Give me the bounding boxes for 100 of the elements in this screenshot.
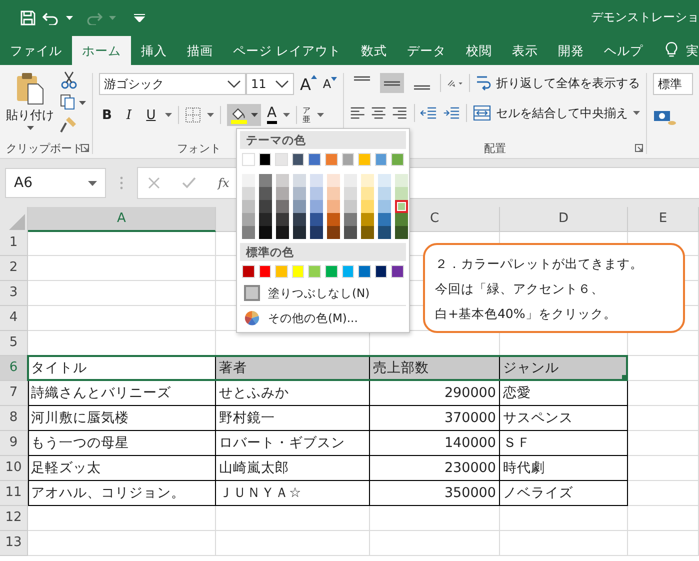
color-swatch[interactable] — [242, 265, 255, 278]
row-header[interactable]: 11 — [0, 481, 28, 506]
color-swatch[interactable] — [344, 200, 357, 213]
color-swatch[interactable] — [395, 187, 408, 200]
color-swatch[interactable] — [310, 226, 323, 239]
color-swatch[interactable] — [242, 200, 255, 213]
row-header[interactable]: 9 — [0, 431, 28, 456]
align-center-icon[interactable] — [371, 106, 386, 120]
color-swatch[interactable] — [344, 174, 357, 187]
ribbon-tab[interactable]: 数式 — [350, 36, 397, 65]
color-swatch[interactable] — [378, 226, 391, 239]
font-name-field[interactable]: 游ゴシック — [98, 73, 246, 95]
color-swatch[interactable] — [378, 213, 391, 226]
color-swatch[interactable] — [395, 213, 408, 226]
caret-icon[interactable] — [26, 126, 34, 130]
color-swatch[interactable] — [324, 265, 338, 278]
ribbon-tab[interactable]: ファイル — [0, 36, 72, 65]
font-color-button[interactable]: A — [266, 106, 277, 124]
lightbulb-icon[interactable] — [664, 41, 678, 59]
color-swatch[interactable] — [276, 200, 289, 213]
color-swatch[interactable] — [259, 226, 272, 239]
fill-handle[interactable] — [622, 375, 627, 380]
color-swatch[interactable] — [374, 265, 388, 278]
chevron-down-icon[interactable] — [226, 80, 241, 88]
row-header[interactable]: 13 — [0, 531, 28, 556]
undo-icon[interactable] — [42, 10, 60, 24]
no-fill-menu-item[interactable]: 塗りつぶしなし(N) — [240, 282, 406, 304]
insert-function-button[interactable]: fx — [218, 176, 230, 190]
color-swatch[interactable] — [242, 213, 255, 226]
more-colors-menu-item[interactable]: その他の色(M)... — [240, 307, 406, 329]
color-swatch[interactable] — [259, 213, 272, 226]
ribbon-tab[interactable]: ページ レイアウト — [223, 36, 351, 65]
wrap-text-button[interactable]: 折り返して全体を表示する — [475, 74, 640, 92]
color-swatch[interactable] — [327, 200, 340, 213]
vertical-align-button[interactable] — [380, 73, 404, 93]
increase-indent-icon[interactable] — [443, 106, 460, 120]
color-swatch[interactable] — [361, 226, 374, 239]
row-header[interactable]: 8 — [0, 406, 28, 431]
row-header[interactable]: 5 — [0, 331, 28, 356]
color-swatch[interactable] — [310, 200, 323, 213]
format-painter-icon[interactable] — [60, 115, 78, 133]
copy-icon[interactable] — [60, 94, 86, 110]
decrease-indent-icon[interactable] — [420, 106, 438, 120]
dialog-launcher-icon[interactable] — [635, 144, 644, 152]
fill-color-button[interactable] — [226, 104, 261, 126]
font-size-field[interactable]: 11 — [246, 73, 294, 95]
redo-icon[interactable] — [85, 10, 103, 24]
color-swatch[interactable] — [242, 174, 255, 187]
color-swatch[interactable] — [391, 265, 404, 278]
dialog-launcher-icon[interactable] — [81, 144, 90, 152]
caret-icon[interactable] — [66, 16, 73, 20]
cancel-icon[interactable] — [148, 177, 160, 189]
color-swatch[interactable] — [310, 174, 323, 187]
row-header[interactable]: 4 — [0, 306, 28, 331]
color-swatch[interactable] — [378, 187, 391, 200]
color-swatch[interactable] — [293, 226, 306, 239]
tell-me-label[interactable]: 実 — [686, 36, 699, 65]
color-swatch[interactable] — [259, 187, 272, 200]
color-swatch[interactable] — [292, 153, 304, 166]
row-header[interactable]: 7 — [0, 381, 28, 406]
color-swatch[interactable] — [358, 153, 371, 166]
color-swatch[interactable] — [378, 174, 391, 187]
color-swatch[interactable] — [293, 187, 306, 200]
color-swatch[interactable] — [310, 213, 323, 226]
phonetic-guide-button[interactable]: ア 亜 — [302, 106, 311, 124]
ribbon-tab[interactable]: 描画 — [177, 36, 223, 65]
currency-icon[interactable] — [653, 109, 677, 127]
align-right-icon[interactable] — [392, 106, 408, 120]
merge-center-button[interactable]: セルを結合して中央揃え — [473, 104, 640, 122]
color-swatch[interactable] — [308, 153, 321, 166]
color-swatch[interactable] — [276, 187, 289, 200]
color-swatch[interactable] — [327, 226, 340, 239]
color-swatch[interactable] — [308, 265, 321, 278]
color-swatch[interactable] — [378, 200, 391, 213]
ribbon-tab[interactable]: 開発 — [548, 36, 594, 65]
column-header[interactable]: A — [28, 207, 216, 232]
color-swatch[interactable] — [374, 153, 388, 166]
color-swatch[interactable] — [258, 153, 272, 166]
color-swatch[interactable] — [324, 153, 338, 166]
ribbon-tab[interactable]: データ — [396, 36, 456, 65]
caret-icon[interactable] — [164, 113, 172, 117]
chevron-down-icon[interactable] — [274, 80, 289, 88]
ribbon-tab[interactable]: ホーム — [72, 36, 131, 65]
decrease-font-size-button[interactable]: A — [322, 77, 338, 91]
color-swatch[interactable] — [293, 174, 306, 187]
color-swatch[interactable] — [242, 187, 255, 200]
color-swatch[interactable] — [259, 200, 272, 213]
color-swatch[interactable] — [276, 213, 289, 226]
color-swatch[interactable] — [275, 153, 288, 166]
number-format-field[interactable]: 標準 — [653, 73, 693, 95]
color-swatch[interactable] — [361, 187, 374, 200]
increase-font-size-button[interactable]: A — [300, 74, 317, 94]
select-all-triangle-icon[interactable] — [9, 214, 25, 230]
color-swatch[interactable] — [358, 265, 371, 278]
color-swatch[interactable] — [361, 200, 374, 213]
color-swatch[interactable] — [293, 200, 306, 213]
color-swatch[interactable] — [242, 153, 255, 166]
customize-icon[interactable] — [134, 14, 145, 22]
color-swatch[interactable] — [395, 226, 408, 239]
color-swatch[interactable] — [276, 174, 289, 187]
